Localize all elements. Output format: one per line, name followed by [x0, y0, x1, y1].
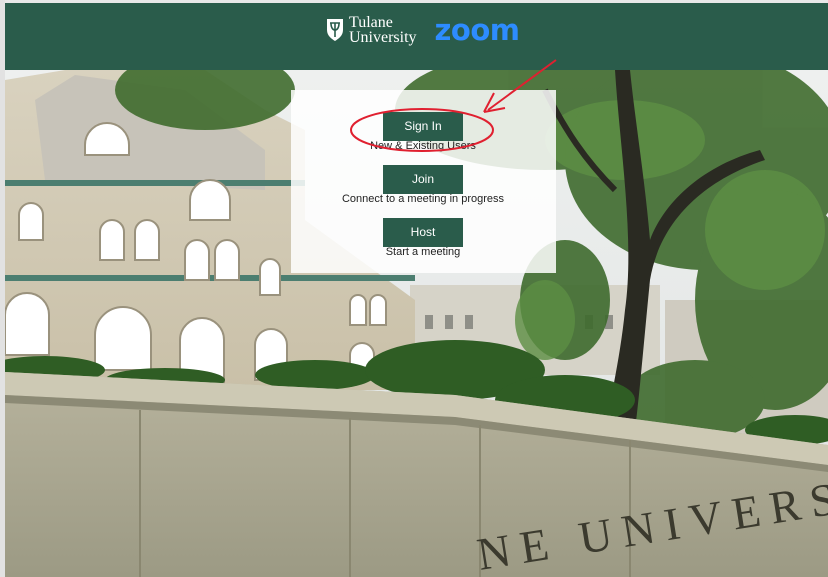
- sign-in-button[interactable]: Sign In: [383, 112, 463, 141]
- top-edge: [0, 0, 828, 3]
- tulane-wordmark-line2: University: [349, 29, 417, 46]
- site-header: Tulane University zoom: [5, 3, 828, 70]
- sign-in-caption: New & Existing Users: [370, 140, 476, 152]
- tulane-university-wordmark: Tulane University: [349, 14, 417, 46]
- join-button[interactable]: Join: [383, 165, 463, 194]
- join-caption: Connect to a meeting in progress: [341, 193, 505, 205]
- brand-logos: Tulane University zoom: [326, 13, 520, 47]
- zoom-wordmark: zoom: [434, 13, 520, 47]
- host-button[interactable]: Host: [383, 218, 463, 247]
- tulane-shield-icon: [327, 19, 343, 41]
- browser-viewport: Tulane University zoom NE UNIVERS Sign I…: [0, 0, 828, 577]
- tulane-wordmark-line1: Tulane: [349, 14, 393, 31]
- left-edge: [0, 0, 5, 577]
- host-caption: Start a meeting: [385, 246, 461, 258]
